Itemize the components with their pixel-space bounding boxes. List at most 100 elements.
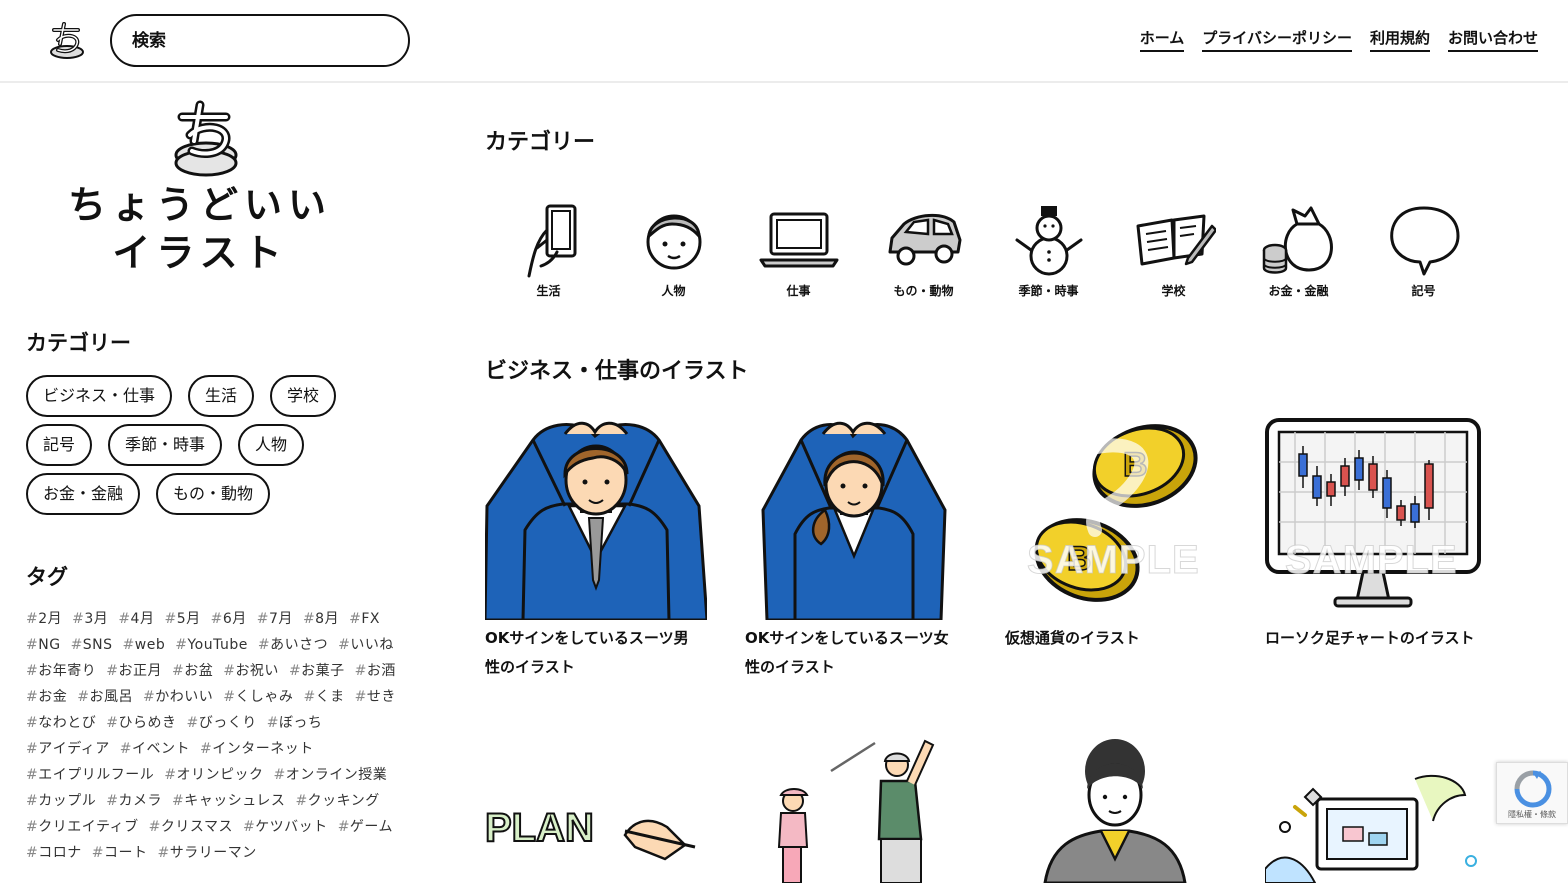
- category-pill-symbol[interactable]: 記号: [26, 424, 93, 466]
- site-header: ホーム プライバシーポリシー 利用規約 お問い合わせ: [0, 0, 1568, 83]
- tag-link[interactable]: #カップル: [26, 790, 96, 812]
- category-icon-money[interactable]: お金・金融: [1236, 200, 1361, 299]
- card-caption[interactable]: 仮想通貨のイラスト: [1005, 624, 1221, 653]
- recaptcha-privacy-terms[interactable]: 隱私權・條款: [1497, 809, 1567, 820]
- category-pill-people[interactable]: 人物: [238, 424, 305, 466]
- category-pill-business[interactable]: ビジネス・仕事: [26, 375, 173, 417]
- nav-home-link[interactable]: ホーム: [1139, 27, 1185, 52]
- tag-link[interactable]: #5月: [164, 608, 200, 630]
- brand-logo-icon[interactable]: [168, 97, 244, 177]
- tag-link[interactable]: #3月: [72, 608, 108, 630]
- tag-link[interactable]: #お酒: [355, 660, 396, 682]
- tag-link[interactable]: #クリスマス: [149, 816, 233, 838]
- tag-link[interactable]: #お年寄り: [26, 660, 96, 682]
- illustration-card[interactable]: SAMPLE ローソク足チャートのイラスト: [1265, 410, 1487, 653]
- tag-hash-symbol: #: [106, 663, 119, 679]
- card-caption[interactable]: ローソク足チャートのイラスト: [1265, 624, 1481, 653]
- nav-contact-link[interactable]: お問い合わせ: [1447, 27, 1538, 52]
- tag-label: 8月: [315, 611, 340, 627]
- tag-link[interactable]: #2月: [26, 608, 62, 630]
- tag-link[interactable]: #カメラ: [106, 790, 162, 812]
- tag-link[interactable]: #あいさつ: [258, 634, 328, 656]
- tag-link[interactable]: #イベント: [120, 738, 190, 760]
- tag-link[interactable]: #6月: [211, 608, 247, 630]
- illustration-card[interactable]: [1005, 735, 1227, 883]
- tag-link[interactable]: #お盆: [172, 660, 213, 682]
- tag-link[interactable]: #くしゃみ: [223, 686, 293, 708]
- search-input[interactable]: [110, 14, 410, 67]
- category-icon-life[interactable]: 生活: [486, 200, 611, 299]
- tag-link[interactable]: #ケツバット: [243, 816, 328, 838]
- card-caption[interactable]: OKサインをしているスーツ女性のイラスト: [745, 624, 961, 682]
- tag-link[interactable]: #ゲーム: [338, 816, 393, 838]
- tag-link[interactable]: #お菓子: [289, 660, 345, 682]
- tag-link[interactable]: #くま: [303, 686, 344, 708]
- tag-link[interactable]: #クッキング: [295, 790, 379, 812]
- category-icon-season[interactable]: 季節・時事: [986, 200, 1111, 299]
- tag-link[interactable]: #FX: [349, 608, 380, 630]
- tag-link[interactable]: #NG: [26, 634, 61, 656]
- brand-title[interactable]: ちょうどいい イラスト: [40, 181, 360, 277]
- tag-link[interactable]: #オンライン授業: [273, 764, 387, 786]
- tag-link[interactable]: #キャッシュレス: [172, 790, 285, 812]
- notebook-pencil-icon: [1136, 214, 1216, 266]
- tag-link[interactable]: #アイディア: [26, 738, 110, 760]
- tag-link[interactable]: #お祝い: [223, 660, 279, 682]
- category-icon-people[interactable]: 人物: [611, 200, 736, 299]
- tag-link[interactable]: #エイプリルフール: [26, 764, 154, 786]
- tag-hash-symbol: #: [26, 767, 39, 783]
- category-pill-things[interactable]: もの・動物: [156, 473, 271, 515]
- category-icon-symbol[interactable]: 記号: [1361, 200, 1486, 299]
- category-icon-work[interactable]: 仕事: [736, 200, 861, 299]
- illustration-card[interactable]: OKサインをしているスーツ女性のイラスト: [745, 410, 967, 682]
- category-pill-money[interactable]: お金・金融: [26, 473, 141, 515]
- category-icon-things[interactable]: もの・動物: [861, 200, 986, 299]
- tag-label: クリスマス: [160, 819, 233, 835]
- tag-link[interactable]: #インターネット: [200, 738, 314, 760]
- tag-hash-symbol: #: [171, 663, 185, 679]
- illustration-card[interactable]: OKサインをしているスーツ男性のイラスト: [485, 410, 707, 682]
- tag-hash-symbol: #: [266, 715, 279, 731]
- tag-link[interactable]: #SNS: [71, 634, 113, 656]
- illustration-card[interactable]: B B SAMPLE 仮想通貨のイラスト: [1005, 410, 1227, 653]
- illustration-card[interactable]: PLAN: [485, 735, 707, 883]
- illustration-card[interactable]: [745, 735, 967, 883]
- card-caption[interactable]: OKサインをしているスーツ男性のイラスト: [485, 624, 701, 682]
- category-pill-school[interactable]: 学校: [270, 375, 337, 417]
- tag-link[interactable]: #お風呂: [77, 686, 133, 708]
- tag-link[interactable]: #8月: [303, 608, 339, 630]
- tag-link[interactable]: #いいね: [338, 634, 394, 656]
- tag-link[interactable]: #お正月: [106, 660, 162, 682]
- card-thumbnail: [485, 410, 707, 620]
- tag-link[interactable]: #web: [123, 634, 166, 656]
- tag-link[interactable]: #びっくり: [186, 712, 256, 734]
- tag-link[interactable]: #かわいい: [143, 686, 213, 708]
- tag-hash-symbol: #: [349, 611, 362, 627]
- tag-link[interactable]: #クリエイティブ: [26, 816, 139, 838]
- tag-link[interactable]: #YouTube: [175, 634, 248, 656]
- category-icon-school[interactable]: 学校: [1111, 200, 1236, 299]
- tag-link[interactable]: #コロナ: [26, 842, 82, 864]
- tag-link[interactable]: #コート: [92, 842, 148, 864]
- tag-link[interactable]: #ぼっち: [267, 712, 323, 734]
- tag-hash-symbol: #: [256, 611, 270, 627]
- tag-link[interactable]: #7月: [257, 608, 293, 630]
- tag-label: コロナ: [38, 845, 82, 861]
- category-pill-life[interactable]: 生活: [188, 375, 255, 417]
- recaptcha-badge[interactable]: 隱私權・條款: [1496, 762, 1568, 824]
- illustration-card[interactable]: [1265, 735, 1487, 883]
- nav-terms-link[interactable]: 利用規約: [1369, 27, 1430, 52]
- site-logo-icon[interactable]: [44, 18, 90, 64]
- category-pill-season[interactable]: 季節・時事: [108, 424, 223, 466]
- tag-link[interactable]: #ひらめき: [106, 712, 176, 734]
- tag-label: カメラ: [118, 793, 162, 809]
- tag-link[interactable]: #オリンピック: [164, 764, 263, 786]
- tag-link[interactable]: #せき: [355, 686, 396, 708]
- tag-link[interactable]: #お金: [26, 686, 67, 708]
- tag-link[interactable]: #サラリーマン: [157, 842, 256, 864]
- nav-privacy-link[interactable]: プライバシーポリシー: [1202, 27, 1352, 52]
- tag-link[interactable]: #なわとび: [26, 712, 96, 734]
- tag-label: イベント: [132, 741, 190, 757]
- tag-link[interactable]: #4月: [118, 608, 154, 630]
- tag-label: web: [134, 637, 166, 653]
